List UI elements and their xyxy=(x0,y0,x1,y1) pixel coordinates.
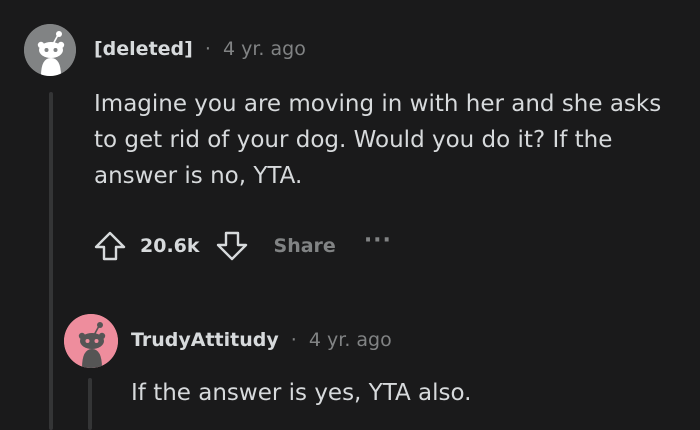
deleted-user-avatar[interactable] xyxy=(24,24,76,76)
meta-separator: · xyxy=(290,329,297,351)
upvote-icon[interactable] xyxy=(92,228,128,264)
snoo-avatar-icon xyxy=(64,314,118,368)
reply-body: If the answer is yes, YTA also. xyxy=(131,380,472,406)
reply-meta: TrudyAttitudy · 4 yr. ago xyxy=(131,329,392,351)
more-options-icon[interactable]: ··· xyxy=(364,228,392,253)
vote-score: 20.6k xyxy=(140,235,200,257)
comment-thread: [deleted] · 4 yr. ago Imagine you are mo… xyxy=(0,0,700,430)
trudyattitudy-avatar[interactable] xyxy=(64,314,118,368)
thread-collapse-line[interactable] xyxy=(49,92,53,430)
reply-author[interactable]: TrudyAttitudy xyxy=(131,329,279,351)
snoo-avatar-icon xyxy=(24,24,76,76)
comment-action-bar: 20.6k Share ··· xyxy=(92,226,392,266)
comment-meta: [deleted] · 4 yr. ago xyxy=(94,38,306,60)
downvote-icon[interactable] xyxy=(214,228,250,264)
comment-body: Imagine you are moving in with her and s… xyxy=(94,91,662,189)
reply-thread-collapse-line[interactable] xyxy=(88,378,92,430)
comment-timestamp[interactable]: 4 yr. ago xyxy=(223,38,306,60)
comment-author[interactable]: [deleted] xyxy=(94,38,193,60)
reply-timestamp[interactable]: 4 yr. ago xyxy=(309,329,392,351)
meta-separator: · xyxy=(204,38,211,60)
share-button[interactable]: Share xyxy=(274,235,336,257)
